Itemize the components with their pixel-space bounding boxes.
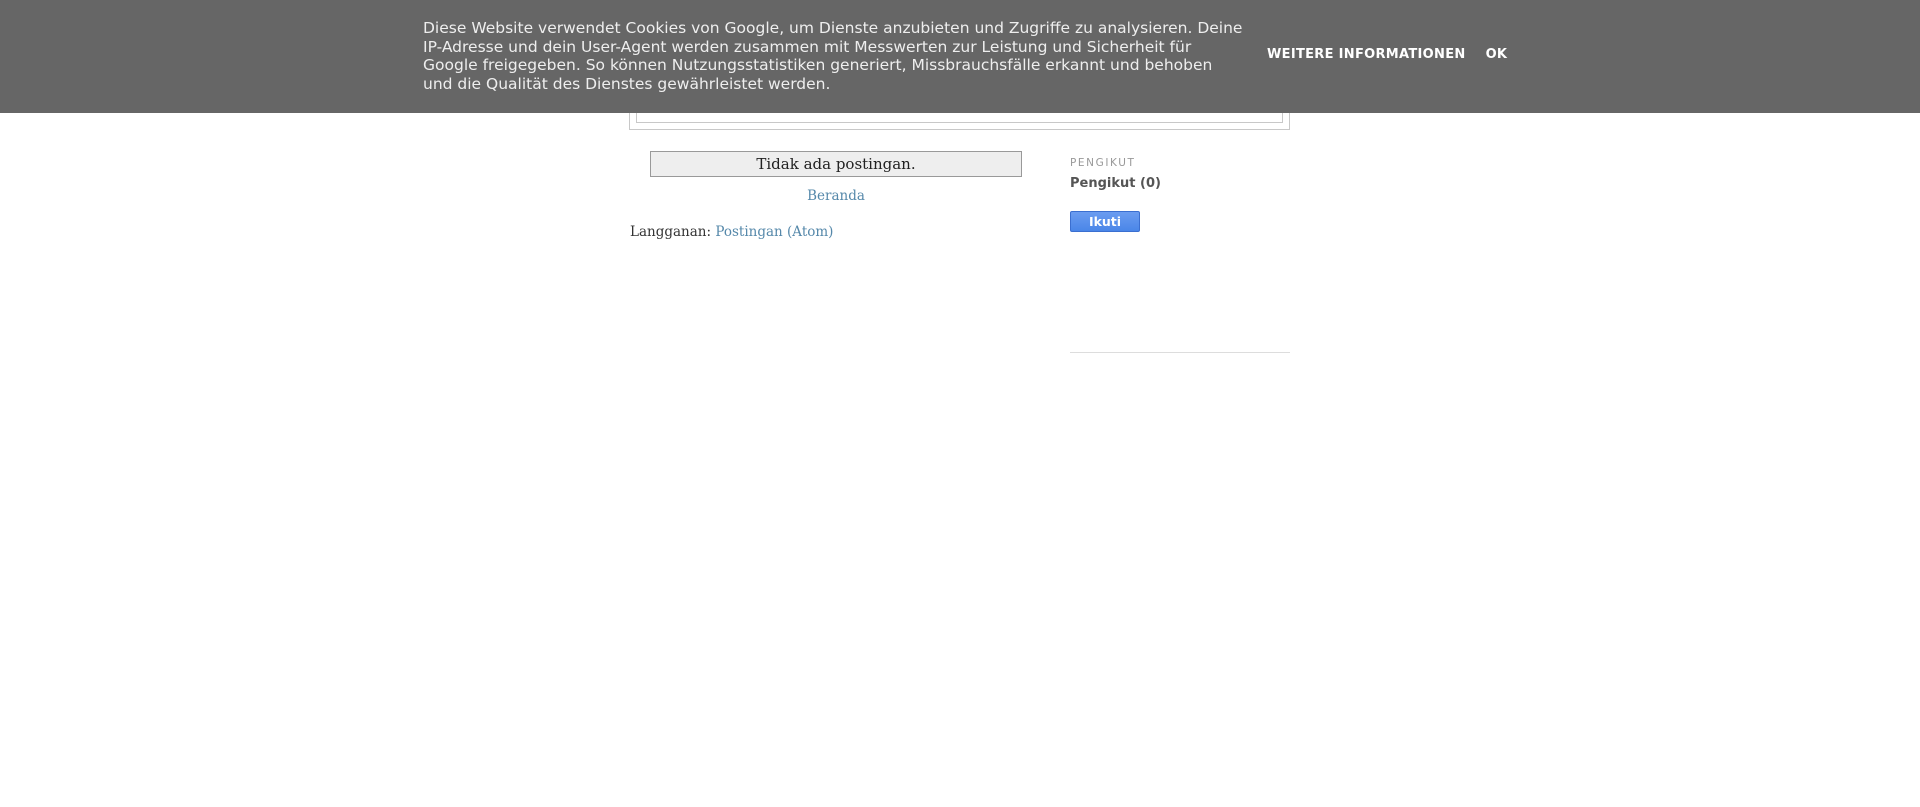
cookie-ok-button[interactable]: OK bbox=[1486, 47, 1508, 62]
followers-count: Pengikut (0) bbox=[1070, 176, 1161, 191]
sidebar-divider bbox=[1070, 352, 1290, 353]
atom-feed-link[interactable]: Postingan (Atom) bbox=[715, 224, 833, 240]
follow-button[interactable]: Ikuti bbox=[1070, 211, 1140, 232]
cookie-message: Diese Website verwendet Cookies von Goog… bbox=[423, 19, 1243, 93]
feed-links: Langganan: Postingan (Atom) bbox=[630, 224, 833, 240]
feed-prefix: Langganan: bbox=[630, 224, 712, 240]
followers-widget-title: PENGIKUT bbox=[1070, 157, 1136, 169]
home-link[interactable]: Beranda bbox=[650, 188, 1022, 204]
cookie-consent-bar: Diese Website verwendet Cookies von Goog… bbox=[0, 0, 1920, 113]
cookie-actions: WEITERE INFORMATIONEN OK bbox=[1267, 47, 1507, 62]
no-posts-message: Tidak ada postingan. bbox=[650, 151, 1022, 177]
more-info-link[interactable]: WEITERE INFORMATIONEN bbox=[1267, 47, 1466, 62]
